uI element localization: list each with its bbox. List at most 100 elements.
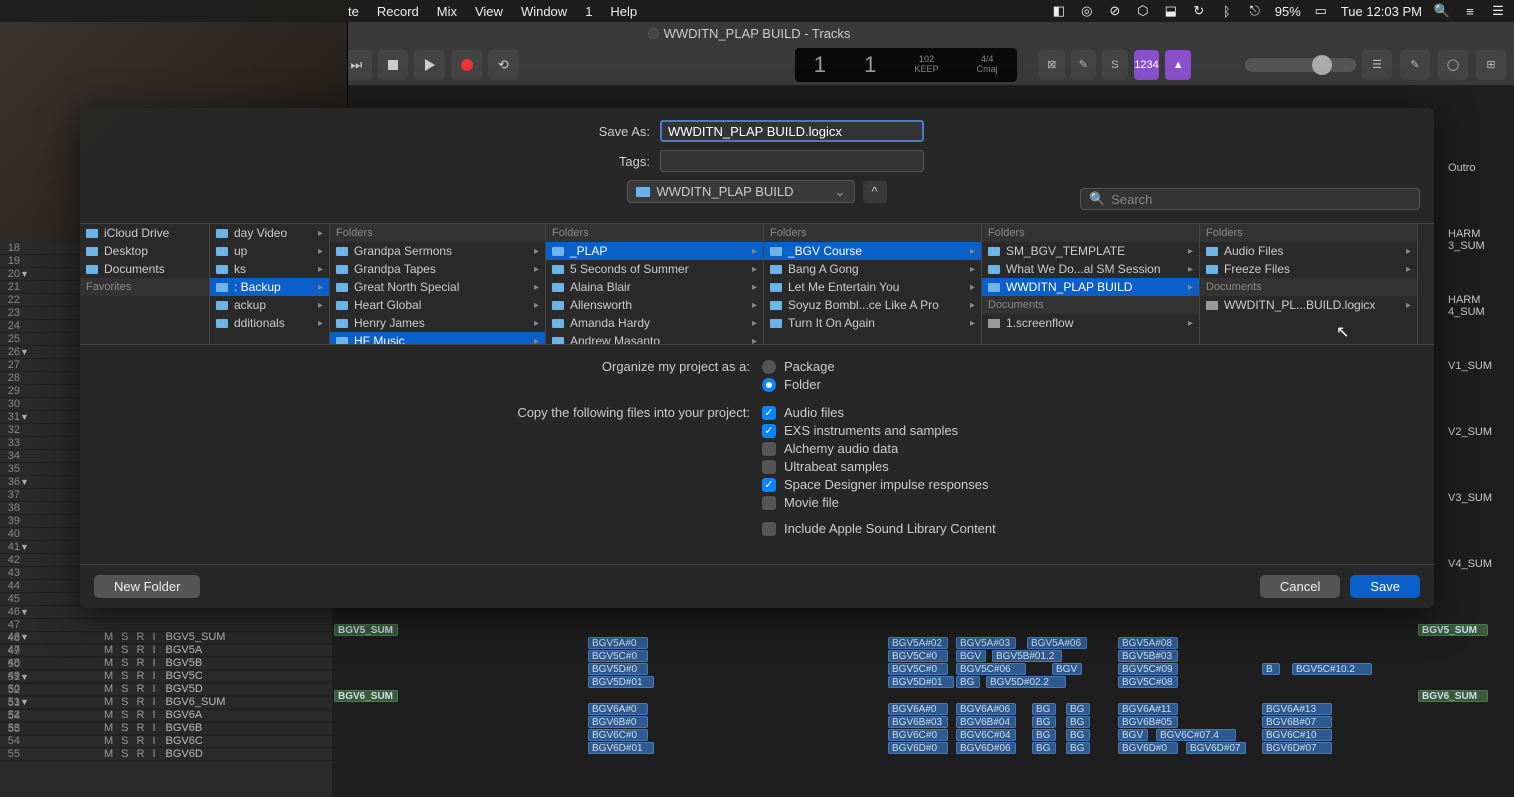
loops-button[interactable]: ◯ bbox=[1438, 50, 1468, 80]
tags-input[interactable] bbox=[660, 150, 924, 172]
menu-item-window[interactable]: Window bbox=[521, 4, 567, 19]
region[interactable]: BGV5C#0 bbox=[888, 663, 948, 675]
region[interactable]: BGV6C#10 bbox=[1262, 729, 1332, 741]
region[interactable]: BG bbox=[1066, 716, 1090, 728]
browser-item[interactable]: WWDITN_PL...BUILD.logicx▸ bbox=[1200, 296, 1417, 314]
track-row[interactable]: 49MSRIBGV5C bbox=[0, 670, 332, 683]
region[interactable]: BGV5A#08 bbox=[1118, 637, 1178, 649]
region[interactable]: BGV6D#0 bbox=[1118, 742, 1178, 754]
mode-button[interactable]: ⊠ bbox=[1039, 50, 1065, 80]
check-ultrabeat-label[interactable]: Ultrabeat samples bbox=[784, 459, 889, 474]
solo-button[interactable]: S bbox=[1102, 50, 1128, 80]
siri-icon[interactable]: ≡ bbox=[1462, 3, 1478, 19]
browser-item[interactable]: 5 Seconds of Summer▸ bbox=[546, 260, 763, 278]
region[interactable]: BGV6A#13 bbox=[1262, 703, 1332, 715]
save-button[interactable]: Save bbox=[1350, 575, 1420, 598]
folder-select[interactable]: WWDITN_PLAP BUILD bbox=[627, 180, 854, 203]
play-button[interactable] bbox=[414, 50, 445, 80]
lcd-display[interactable]: 1 1 102KEEP 4/4Cmaj bbox=[795, 48, 1017, 82]
region[interactable]: BGV5C#0 bbox=[888, 650, 948, 662]
browser-item[interactable]: HF Music▸ bbox=[330, 332, 545, 344]
region[interactable]: BGV6A#0 bbox=[888, 703, 948, 715]
browser-item[interactable]: 1.screenflow▸ bbox=[982, 314, 1199, 332]
browser-item[interactable]: : Backup▸ bbox=[210, 278, 329, 296]
check-apple-library[interactable] bbox=[762, 522, 776, 536]
region[interactable]: BG bbox=[1032, 742, 1056, 754]
region[interactable]: BG bbox=[1066, 703, 1090, 715]
region[interactable]: BGV6B#04 bbox=[956, 716, 1016, 728]
region[interactable]: BGV6A#0 bbox=[588, 703, 648, 715]
region[interactable]: BG bbox=[1032, 716, 1056, 728]
region[interactable]: BGV6D#07 bbox=[1186, 742, 1246, 754]
sidebar-documents[interactable]: Documents bbox=[80, 260, 209, 278]
search-field[interactable]: 🔍 Search bbox=[1080, 188, 1420, 210]
browser-item[interactable]: Let Me Entertain You▸ bbox=[764, 278, 981, 296]
metronome-button[interactable]: ▲ bbox=[1165, 50, 1191, 80]
tuner-button[interactable]: ✎ bbox=[1071, 50, 1097, 80]
region[interactable]: BGV6D#0 bbox=[888, 742, 948, 754]
check-space-label[interactable]: Space Designer impulse responses bbox=[784, 477, 989, 492]
count-in-button[interactable]: 1234 bbox=[1134, 50, 1160, 80]
cycle-button[interactable]: ⟲ bbox=[488, 50, 519, 80]
region[interactable]: BGV5B#01.2 bbox=[992, 650, 1062, 662]
status-icon[interactable]: ⊘ bbox=[1107, 3, 1123, 19]
region[interactable]: BG bbox=[1066, 729, 1090, 741]
region[interactable]: BGV5D#01 bbox=[888, 676, 954, 688]
region[interactable]: BGV bbox=[1052, 663, 1082, 675]
menu-item-te[interactable]: te bbox=[348, 4, 359, 19]
region[interactable]: BG bbox=[1066, 742, 1090, 754]
region[interactable]: BGV6C#0 bbox=[888, 729, 948, 741]
track-row[interactable]: 47MSRIBGV5A bbox=[0, 644, 332, 657]
region[interactable]: BGV5C#06 bbox=[956, 663, 1026, 675]
radio-folder-label[interactable]: Folder bbox=[784, 377, 821, 392]
region[interactable]: BGV5C#09 bbox=[1118, 663, 1178, 675]
sidebar-icloud[interactable]: iCloud Drive bbox=[80, 224, 209, 242]
track-row[interactable]: 54MSRIBGV6C bbox=[0, 735, 332, 748]
check-movie-label[interactable]: Movie file bbox=[784, 495, 839, 510]
menu-item-mix[interactable]: Mix bbox=[437, 4, 457, 19]
record-button[interactable] bbox=[451, 50, 482, 80]
new-folder-button[interactable]: New Folder bbox=[94, 575, 200, 598]
parent-folder-button[interactable]: ^ bbox=[863, 181, 887, 203]
region[interactable]: BG bbox=[1032, 729, 1056, 741]
master-volume-slider[interactable] bbox=[1245, 58, 1356, 72]
status-icon[interactable]: ◧ bbox=[1051, 3, 1067, 19]
region[interactable]: BGV6C#04 bbox=[956, 729, 1016, 741]
region[interactable]: BGV6B#0 bbox=[588, 716, 648, 728]
menu-item-help[interactable]: Help bbox=[610, 4, 637, 19]
region[interactable]: BGV5C#08 bbox=[1118, 676, 1178, 688]
browser-item[interactable]: dditionals▸ bbox=[210, 314, 329, 332]
check-apple-library-label[interactable]: Include Apple Sound Library Content bbox=[784, 521, 996, 536]
check-alchemy-label[interactable]: Alchemy audio data bbox=[784, 441, 898, 456]
browser-item[interactable]: Audio Files▸ bbox=[1200, 242, 1417, 260]
region[interactable]: BGV5A#0 bbox=[588, 637, 648, 649]
notification-icon[interactable]: ☰ bbox=[1490, 3, 1506, 19]
track-row[interactable]: 51▼MSRIBGV6_SUM bbox=[0, 696, 332, 709]
battery-percent[interactable]: 95% bbox=[1275, 4, 1301, 19]
track-row[interactable]: 52MSRIBGV6A bbox=[0, 709, 332, 722]
region[interactable]: BGV6D#06 bbox=[956, 742, 1016, 754]
browser-item[interactable]: Henry James▸ bbox=[330, 314, 545, 332]
browser-item[interactable]: Grandpa Sermons▸ bbox=[330, 242, 545, 260]
region[interactable]: BGV6A#11 bbox=[1118, 703, 1178, 715]
region[interactable]: BGV5C#10.2 bbox=[1292, 663, 1372, 675]
browser-button[interactable]: ⊞ bbox=[1476, 50, 1506, 80]
menu-item-record[interactable]: Record bbox=[377, 4, 419, 19]
region[interactable]: BGV6D#07 bbox=[1262, 742, 1332, 754]
region[interactable]: BGV5_SUM bbox=[334, 624, 398, 636]
check-exs-label[interactable]: EXS instruments and samples bbox=[784, 423, 958, 438]
browser-item[interactable]: up▸ bbox=[210, 242, 329, 260]
radio-folder[interactable] bbox=[762, 378, 776, 392]
menu-item-view[interactable]: View bbox=[475, 4, 503, 19]
region[interactable]: BGV6B#03 bbox=[888, 716, 948, 728]
notes-button[interactable]: ✎ bbox=[1400, 50, 1430, 80]
browser-item[interactable]: WWDITN_PLAP BUILD▸ bbox=[982, 278, 1199, 296]
region[interactable]: BGV bbox=[956, 650, 986, 662]
check-audio-label[interactable]: Audio files bbox=[784, 405, 844, 420]
check-space[interactable] bbox=[762, 478, 776, 492]
browser-item[interactable]: Andrew Masanto▸ bbox=[546, 332, 763, 344]
browser-item[interactable]: ackup▸ bbox=[210, 296, 329, 314]
check-audio[interactable] bbox=[762, 406, 776, 420]
dropbox-icon[interactable]: ⬓ bbox=[1163, 3, 1179, 19]
status-icon[interactable]: ◎ bbox=[1079, 3, 1095, 19]
